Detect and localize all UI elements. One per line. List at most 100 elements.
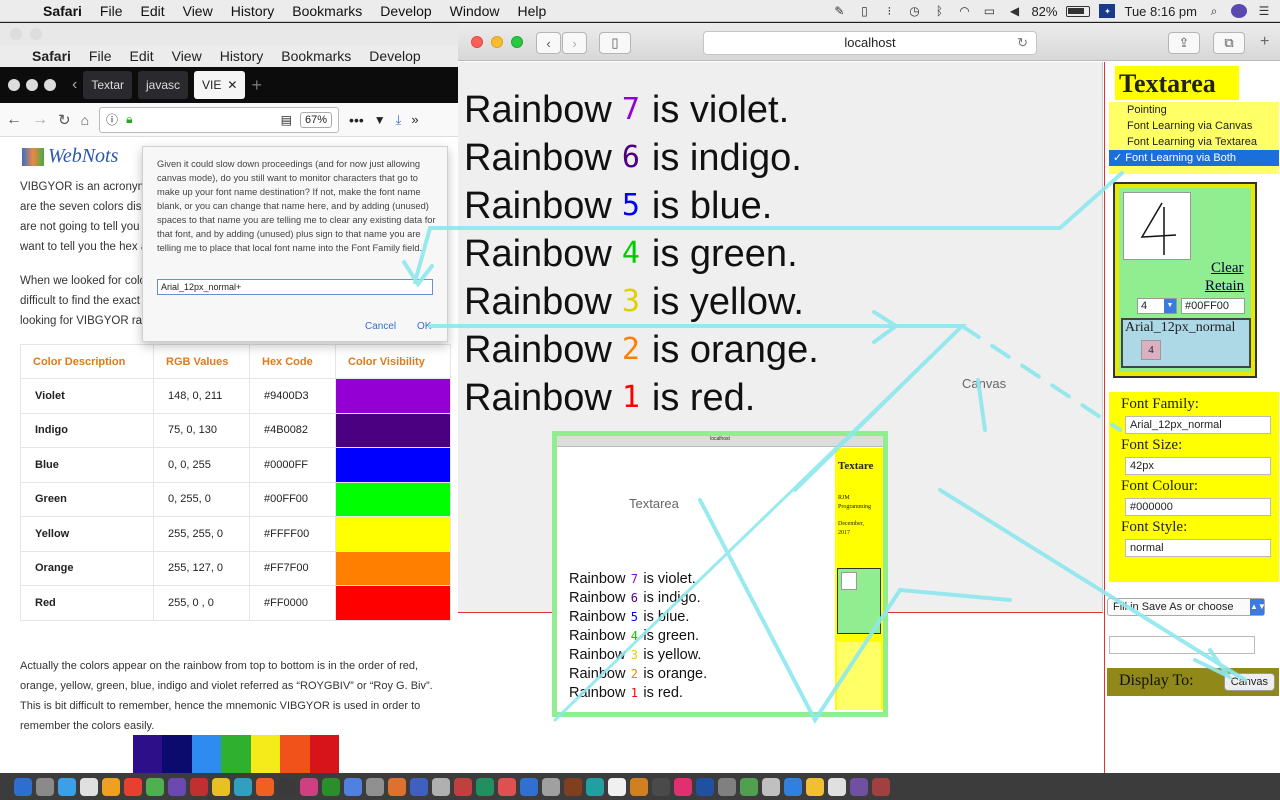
display-to-button[interactable]: Canvas — [1223, 673, 1275, 691]
airplay-icon[interactable]: ▭ — [981, 4, 997, 18]
flag-icon[interactable]: ✦ — [1099, 4, 1116, 18]
dock-app-icon[interactable] — [300, 777, 318, 796]
zoom-level[interactable]: 67% — [300, 111, 333, 128]
reader-icon[interactable]: ▤ — [281, 113, 292, 127]
tab-javascript[interactable]: javasc — [138, 71, 189, 99]
webnots-logo[interactable]: WebNots — [22, 145, 118, 168]
forward-icon[interactable]: → — [32, 111, 48, 129]
left-menu-view[interactable]: View — [163, 48, 211, 64]
mode-option[interactable]: Pointing — [1109, 102, 1279, 118]
cancel-button[interactable]: Cancel — [365, 321, 396, 332]
menu-edit[interactable]: Edit — [131, 3, 173, 19]
font-style-input[interactable]: normal — [1125, 539, 1271, 557]
dock-app-icon[interactable] — [652, 777, 670, 796]
glyph-select[interactable]: 4 ▼ — [1137, 298, 1177, 314]
volume-icon[interactable]: ◀ — [1006, 4, 1022, 18]
more-icon[interactable]: ••• — [349, 112, 364, 128]
dock-app-icon[interactable] — [322, 777, 340, 796]
left-menu-history[interactable]: History — [211, 48, 273, 64]
ff-zoom-icon[interactable] — [44, 79, 56, 91]
tab-textarea[interactable]: Textar — [83, 71, 133, 99]
font-char-cell[interactable]: 4 — [1141, 340, 1161, 360]
dock-app-icon[interactable] — [366, 777, 384, 796]
left-menu-app[interactable]: Safari — [23, 48, 80, 64]
retain-link[interactable]: Retain — [1205, 278, 1244, 295]
dock-app-icon[interactable] — [630, 777, 648, 796]
color-input[interactable]: #00FF00 — [1181, 298, 1245, 314]
font-colour-input[interactable]: #000000 — [1125, 498, 1271, 516]
mode-option[interactable]: ✓ Font Learning via Both — [1109, 150, 1279, 166]
tab-close-icon[interactable]: ✕ — [227, 78, 237, 92]
download-icon[interactable]: ⤓ — [396, 112, 402, 128]
spotlight-icon[interactable]: ⌕ — [1206, 4, 1222, 18]
wifi-icon[interactable]: ◠ — [956, 4, 972, 18]
dock-app-icon[interactable] — [36, 777, 54, 796]
dialog-input[interactable]: Arial_12px_normal+ — [157, 279, 433, 295]
add-tab-icon[interactable]: + — [1260, 33, 1269, 51]
menu-history[interactable]: History — [222, 3, 284, 19]
dock-app-icon[interactable] — [344, 777, 362, 796]
left-menu-bookmarks[interactable]: Bookmarks — [272, 48, 360, 64]
new-tab-icon[interactable]: + — [251, 75, 262, 96]
network-icon[interactable]: ⁝ — [881, 4, 897, 18]
menu-develop[interactable]: Develop — [371, 3, 440, 19]
dock-app-icon[interactable] — [410, 777, 428, 796]
back-icon[interactable]: ← — [6, 111, 22, 129]
menu-window[interactable]: Window — [441, 3, 509, 19]
dock-app-icon[interactable] — [806, 777, 824, 796]
sidebar-button[interactable]: ▯ — [599, 32, 631, 54]
dock-app-icon[interactable] — [124, 777, 142, 796]
menu-help[interactable]: Help — [508, 3, 555, 19]
dock-app-icon[interactable] — [212, 777, 230, 796]
forward-button[interactable]: › — [562, 32, 587, 54]
overflow-icon[interactable]: » — [411, 112, 418, 127]
pocket-icon[interactable]: ▼ — [374, 113, 386, 127]
dock-app-icon[interactable] — [850, 777, 868, 796]
notification-center-icon[interactable]: ☰ — [1256, 4, 1272, 18]
dock-app-icon[interactable] — [168, 777, 186, 796]
info-icon[interactable]: ⓘ — [106, 111, 118, 128]
left-menu-develop[interactable]: Develop — [360, 48, 429, 64]
ff-minimize-icon[interactable] — [26, 79, 38, 91]
dock-app-icon[interactable] — [762, 777, 780, 796]
dock-app-icon[interactable] — [784, 777, 802, 796]
dock-app-icon[interactable] — [102, 777, 120, 796]
dock-app-icon[interactable] — [740, 777, 758, 796]
drawing-canvas[interactable] — [1123, 192, 1191, 260]
minimize-icon[interactable] — [30, 28, 42, 40]
dock-app-icon[interactable] — [718, 777, 736, 796]
dock-app-icon[interactable] — [146, 777, 164, 796]
home-icon[interactable]: ⌂ — [81, 112, 89, 128]
address-bar[interactable]: localhost ↻ — [703, 31, 1037, 55]
close-icon[interactable] — [10, 28, 22, 40]
tabs-scroll-left-icon[interactable]: ‹ — [72, 76, 77, 94]
save-as-input[interactable] — [1109, 636, 1255, 654]
dock-app-icon[interactable] — [498, 777, 516, 796]
mode-option[interactable]: Font Learning via Canvas — [1109, 118, 1279, 134]
dock-app-icon[interactable] — [564, 777, 582, 796]
ff-close-icon[interactable] — [8, 79, 20, 91]
dock-app-icon[interactable] — [14, 777, 32, 796]
dock-app-icon[interactable] — [278, 777, 296, 796]
dock-app-icon[interactable] — [234, 777, 252, 796]
left-url-bar[interactable]: ⓘ 🔒︎ ▤ 67% — [99, 106, 340, 133]
time-machine-icon[interactable]: ◷ — [906, 4, 922, 18]
dock-app-icon[interactable] — [432, 777, 450, 796]
dock-app-icon[interactable] — [520, 777, 538, 796]
mode-option[interactable]: Font Learning via Textarea — [1109, 134, 1279, 150]
dock-app-icon[interactable] — [476, 777, 494, 796]
left-menu-file[interactable]: File — [80, 48, 121, 64]
close-icon[interactable] — [471, 36, 483, 48]
left-menu-edit[interactable]: Edit — [120, 48, 162, 64]
zoom-icon[interactable] — [511, 36, 523, 48]
dock-app-icon[interactable] — [696, 777, 714, 796]
dock-app-icon[interactable] — [58, 777, 76, 796]
menu-file[interactable]: File — [91, 3, 132, 19]
battery-percent[interactable]: 82% — [1031, 4, 1057, 19]
dock-app-icon[interactable] — [542, 777, 560, 796]
clear-link[interactable]: Clear — [1211, 260, 1243, 277]
dock-app-icon[interactable] — [388, 777, 406, 796]
dock-app-icon[interactable] — [828, 777, 846, 796]
dock-app-icon[interactable] — [674, 777, 692, 796]
font-family-input[interactable]: Arial_12px_normal — [1125, 416, 1271, 434]
